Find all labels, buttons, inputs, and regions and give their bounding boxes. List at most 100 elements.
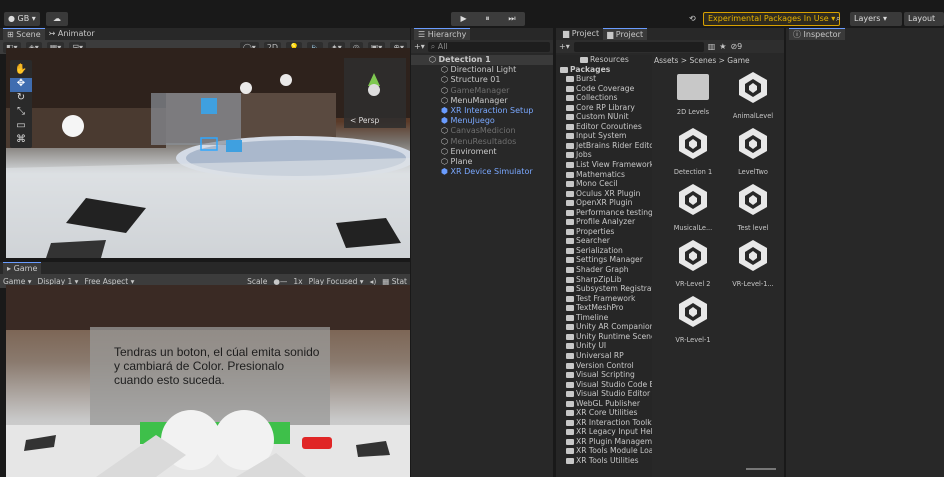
cloud-button[interactable]: ☁ [46,12,68,26]
folder-tree-item[interactable]: Serialization [556,246,652,256]
folder-tree-item[interactable]: Collections [556,93,652,103]
folder-tree-item[interactable]: Shader Graph [556,265,652,275]
play-button[interactable]: ▶ [460,12,466,26]
folder-tree-item[interactable]: Oculus XR Plugin [556,189,652,199]
move-tool-icon[interactable]: ✥ [10,78,32,92]
tab-inspector[interactable]: ⓘ Inspector [789,28,845,40]
folder-tree-item[interactable]: Unity UI [556,341,652,351]
star-icon[interactable]: ★ [719,42,726,51]
folder-tree-item[interactable]: TextMeshPro [556,303,652,313]
folder-tree-item[interactable]: Performance testing [556,208,652,218]
asset-tile[interactable]: AnimalLevel [724,70,782,120]
tab-scene[interactable]: ⊞ Scene [3,28,45,40]
hierarchy-item[interactable]: ⬡ CanvasMedicion [411,126,553,136]
folder-tree-item[interactable]: Subsystem Registrat [556,284,652,294]
asset-tile[interactable]: VR-Level-1 [664,294,722,344]
hierarchy-item[interactable]: ⬡ MenuManager [411,96,553,106]
hierarchy-item[interactable]: ⬡ Enviroment [411,147,553,157]
asset-tile[interactable]: MusicalLe... [664,182,722,232]
folder-icon [566,267,574,274]
tab-project-2[interactable]: ▆ Project [603,28,648,40]
hierarchy-item[interactable]: ⬡ GameManager [411,86,553,96]
zoom-slider[interactable] [746,468,776,470]
hierarchy-item[interactable]: ⬢ XR Device Simulator [411,167,553,177]
hierarchy-item[interactable]: ⬡ Detection 1 [411,55,553,66]
folder-tree-item[interactable]: Visual Studio Editor [556,389,652,399]
folder-tree-item[interactable]: SharpZipLib [556,275,652,285]
asset-tile[interactable]: 2D Levels [664,70,722,116]
folder-tree-item[interactable]: Profile Analyzer [556,217,652,227]
folder-tree-item[interactable]: Test Framework [556,294,652,304]
create-button[interactable]: +▾ [559,42,570,51]
experimental-packages-button[interactable]: Experimental Packages In Use ▾ [703,12,841,26]
folder-tree-item[interactable]: Editor Coroutines [556,122,652,132]
tab-animator[interactable]: ↣ Animator [45,28,99,40]
scale-tool-icon[interactable]: ⤡ [10,106,32,120]
folder-tree-item[interactable]: Settings Manager [556,255,652,265]
folder-tree-item[interactable]: XR Legacy Input Help [556,427,652,437]
persp-toggle[interactable]: < Persp [350,116,402,125]
hierarchy-item[interactable]: ⬢ MenuJuego [411,116,553,126]
hierarchy-search[interactable]: ⌕ All [427,41,550,52]
folder-tree-item[interactable]: XR Core Utilities [556,408,652,418]
tab-project-1[interactable]: ▆ Project [559,28,603,40]
rect-tool-icon[interactable]: ▭ [10,120,32,134]
add-button[interactable]: +▾ [414,42,425,51]
folder-tree-item[interactable]: Properties [556,227,652,237]
hidden-count-icon[interactable]: ⊘9 [730,42,742,51]
folder-tree-item[interactable]: Mathematics [556,170,652,180]
rotate-tool-icon[interactable]: ↻ [10,92,32,106]
game-viewport[interactable]: Tendras un boton, el cúal emita sonido y… [6,285,410,477]
hand-tool-icon[interactable]: ✋ [10,64,32,78]
hierarchy-item[interactable]: ⬡ Plane [411,157,553,167]
folder-tree-item[interactable]: Input System [556,131,652,141]
scene-viewport[interactable]: ✋ ✥ ↻ ⤡ ▭ ⌘ < Persp [6,48,410,258]
asset-tile[interactable]: VR-Level-1... [724,238,782,288]
folder-tree-item[interactable]: Version Control [556,361,652,371]
asset-tile[interactable]: LevelTwo [724,126,782,176]
folder-tree-item[interactable]: List View Framework [556,160,652,170]
folder-tree-item[interactable]: Custom NUnit [556,112,652,122]
folder-tree-item[interactable]: Timeline [556,313,652,323]
hierarchy-item[interactable]: ⬢ XR Interaction Setup [411,106,553,116]
folder-tree-item[interactable]: XR Tools Utilities [556,456,652,466]
folder-tree-item[interactable]: Universal RP [556,351,652,361]
folder-tree-item[interactable]: JetBrains Rider Edito [556,141,652,151]
folder-tree-item[interactable]: XR Interaction Toolki [556,418,652,428]
folder-tree-item[interactable]: Jobs [556,150,652,160]
asset-tile[interactable]: VR-Level 2 [664,238,722,288]
folder-tree-item[interactable]: Visual Scripting [556,370,652,380]
pause-button[interactable]: ⏸ [485,12,489,26]
asset-tile[interactable]: Detection 1 [664,126,722,176]
folder-tree-item[interactable]: Unity Runtime Scene [556,332,652,342]
hierarchy-item[interactable]: ⬡ Directional Light [411,65,553,75]
transform-tool-icon[interactable]: ⌘ [10,134,32,148]
folder-tree-item[interactable]: Burst [556,74,652,84]
asset-tile[interactable]: Test level [724,182,782,232]
folder-tree-item[interactable]: Visual Studio Code E [556,380,652,390]
folder-tree-item[interactable]: Code Coverage [556,84,652,94]
search-button[interactable]: ⌕ [832,12,846,26]
layers-dropdown[interactable]: Layers ▾ [850,12,902,26]
folder-tree-item[interactable]: Resources [556,55,652,65]
step-button[interactable]: ⏭ [508,12,515,26]
folder-tree-item[interactable]: Core RP Library [556,103,652,113]
folder-icon [566,190,574,197]
folder-tree-item[interactable]: WebGL Publisher [556,399,652,409]
folder-tree-item[interactable]: Searcher [556,236,652,246]
hierarchy-item[interactable]: ⬡ MenuResultados [411,137,553,147]
folder-tree-item[interactable]: Unity AR Companion [556,322,652,332]
layout-dropdown[interactable]: Layout [904,12,944,26]
project-search[interactable] [573,41,704,52]
tab-game[interactable]: ▸ Game [3,262,42,274]
history-button[interactable]: ⟲ [685,12,699,26]
hierarchy-item[interactable]: ⬡ Structure 01 [411,75,553,85]
folder-tree-item[interactable]: Packages [556,65,652,75]
account-dropdown[interactable]: ● GB ▾ [4,12,40,26]
folder-tree-item[interactable]: OpenXR Plugin [556,198,652,208]
folder-tree-item[interactable]: XR Plugin Manageme [556,437,652,447]
folder-tree-item[interactable]: Mono Cecil [556,179,652,189]
filter-icon[interactable]: ▥ [708,42,716,51]
tab-hierarchy[interactable]: ☰ Hierarchy [414,28,471,40]
folder-tree-item[interactable]: XR Tools Module Loa [556,446,652,456]
